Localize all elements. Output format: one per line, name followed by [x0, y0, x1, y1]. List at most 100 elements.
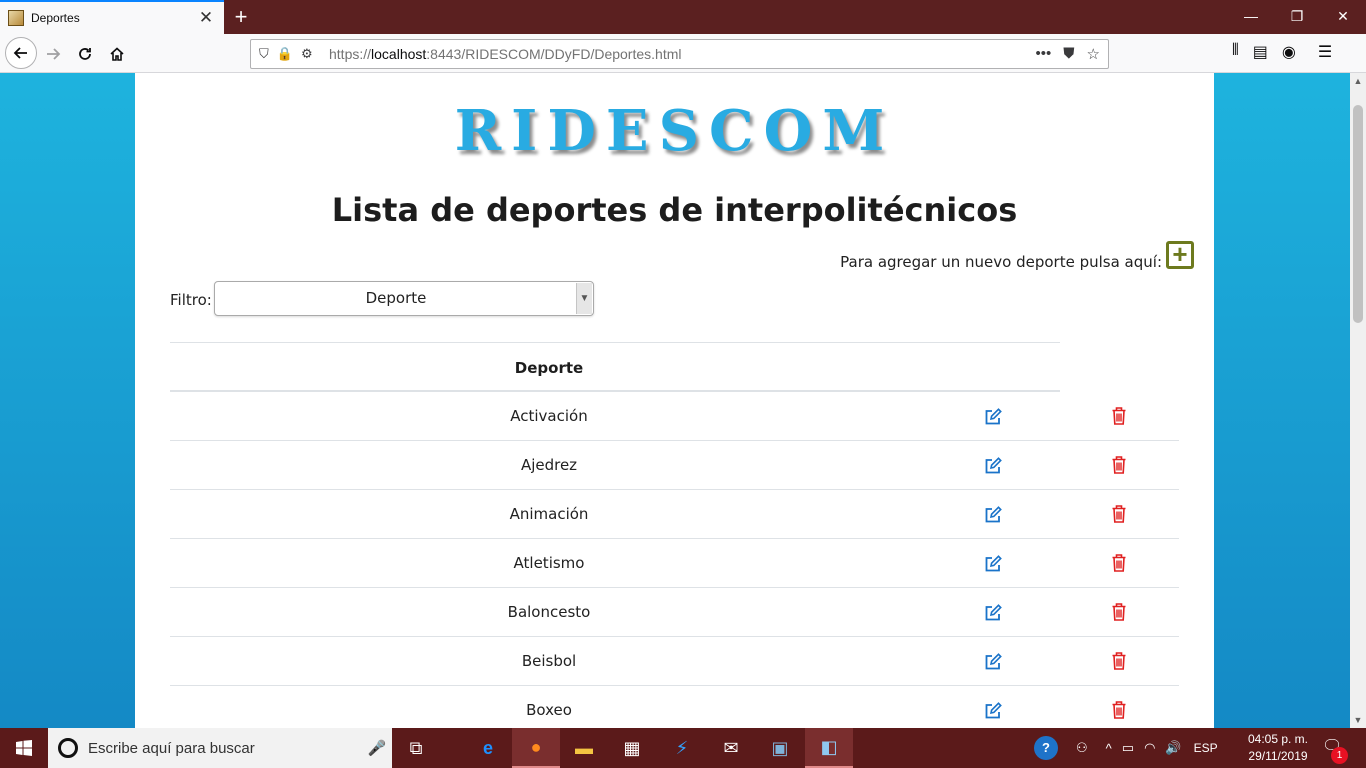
trash-icon[interactable] — [1112, 407, 1126, 425]
reload-button[interactable] — [70, 39, 100, 69]
home-button[interactable] — [102, 39, 132, 69]
library-icon[interactable]: ⫴ — [1232, 42, 1239, 66]
trash-icon[interactable] — [1112, 456, 1126, 474]
taskbar-search[interactable]: Escribe aquí para buscar 🎤 — [48, 728, 392, 768]
tab-close-icon[interactable]: ✕ — [196, 8, 216, 28]
background-right — [1214, 73, 1350, 728]
url-host: localhost — [371, 46, 427, 62]
start-button[interactable] — [0, 728, 48, 768]
notification-count-badge: 1 — [1331, 747, 1348, 764]
trash-icon[interactable] — [1112, 652, 1126, 670]
table-row: Activación — [170, 392, 1179, 441]
help-icon[interactable]: ? — [1034, 736, 1058, 760]
edit-icon[interactable] — [984, 653, 1002, 671]
home-icon — [110, 47, 124, 61]
volume-icon[interactable]: 🔊 — [1165, 740, 1181, 756]
page-scrollbar[interactable]: ▲ ▼ — [1350, 73, 1366, 728]
cortana-icon — [58, 738, 78, 758]
main-content: RIDESCOM Lista de deportes de interpolit… — [135, 73, 1214, 728]
people-icon[interactable]: ⚇ — [1076, 740, 1088, 756]
edit-icon[interactable] — [984, 604, 1002, 622]
url-security-icons: ⛉ 🔒 ⚙ — [251, 46, 329, 62]
sport-name: Animación — [509, 505, 589, 523]
bookmark-star-icon[interactable]: ☆ — [1087, 45, 1100, 63]
scroll-down-icon[interactable]: ▼ — [1350, 712, 1366, 728]
sport-name: Baloncesto — [507, 603, 591, 621]
close-window-button[interactable]: ✕ — [1320, 0, 1366, 34]
browser-tab[interactable]: Deportes ✕ — [0, 0, 224, 34]
visual-studio-code-icon[interactable]: ⚡ — [658, 728, 706, 768]
chevron-down-icon: ▼ — [576, 283, 592, 314]
minimize-button[interactable]: — — [1228, 0, 1274, 34]
sidebar-icon[interactable]: ▤ — [1253, 42, 1268, 66]
arrow-left-icon — [13, 47, 27, 59]
url-path: :8443/RIDESCOM/DDyFD/Deportes.html — [426, 46, 682, 62]
trash-icon[interactable] — [1112, 701, 1126, 719]
plus-square-icon: + — [1172, 239, 1188, 269]
shield-icon[interactable]: ⛉ — [259, 46, 269, 62]
add-sport-button[interactable]: + — [1166, 241, 1194, 269]
sport-name: Atletismo — [513, 554, 585, 572]
scroll-up-icon[interactable]: ▲ — [1350, 73, 1366, 89]
edge-icon[interactable]: e — [464, 728, 512, 768]
background-left — [0, 73, 135, 728]
filter-selected-value: Deporte — [365, 289, 427, 307]
page-viewport: RIDESCOM Lista de deportes de interpolit… — [0, 73, 1350, 728]
lock-warning-icon[interactable]: 🔒 — [277, 46, 293, 62]
table-row: Animación — [170, 490, 1179, 539]
edit-icon[interactable] — [984, 702, 1002, 720]
forward-button[interactable] — [38, 39, 68, 69]
trash-icon[interactable] — [1112, 603, 1126, 621]
battery-icon[interactable]: ▭ — [1122, 740, 1134, 756]
browser-tab-bar: Deportes ✕ + — ❐ ✕ — [0, 0, 1366, 34]
menu-icon[interactable]: ☰ — [1318, 42, 1332, 66]
mail-icon[interactable]: ✉ — [707, 728, 755, 768]
permissions-icon[interactable]: ⚙ — [301, 46, 313, 62]
table-row: Baloncesto — [170, 588, 1179, 637]
url-text[interactable]: https://localhost:8443/RIDESCOM/DDyFD/De… — [329, 46, 1036, 62]
task-view-icon[interactable]: ⧉ — [392, 728, 440, 768]
edit-icon[interactable] — [984, 506, 1002, 524]
edit-icon[interactable] — [984, 555, 1002, 573]
pocket-icon[interactable]: ⛊ — [1063, 45, 1074, 63]
microphone-icon[interactable]: 🎤 — [362, 739, 392, 757]
filter-select[interactable]: Deporte ▼ — [214, 281, 594, 316]
tab-title: Deportes — [31, 11, 80, 25]
mysql-workbench-icon[interactable]: ▣ — [756, 728, 804, 768]
table-row: Atletismo — [170, 539, 1179, 588]
account-icon[interactable]: ◉ — [1282, 42, 1296, 66]
edit-icon[interactable] — [984, 408, 1002, 426]
language-indicator[interactable]: ESP — [1194, 741, 1218, 755]
taskbar-clock[interactable]: 04:05 p. m. 29/11/2019 — [1244, 731, 1312, 765]
virtualbox-icon[interactable]: ◧ — [805, 728, 853, 768]
sport-name: Ajedrez — [520, 456, 578, 474]
toolbar-right: ⫴ ▤ ◉ ☰ — [1232, 42, 1332, 66]
site-logo: RIDESCOM — [454, 98, 895, 164]
wifi-icon[interactable]: ◠ — [1144, 740, 1155, 756]
table-row: Ajedrez — [170, 441, 1179, 490]
column-header-deporte: Deporte — [514, 359, 584, 377]
filter-label: Filtro: — [170, 291, 212, 309]
address-bar[interactable]: ⛉ 🔒 ⚙ https://localhost:8443/RIDESCOM/DD… — [250, 39, 1109, 69]
edit-icon[interactable] — [984, 457, 1002, 475]
url-prefix: https:// — [329, 46, 372, 62]
store-icon[interactable]: ▦ — [608, 728, 656, 768]
table-row: Boxeo — [170, 686, 1179, 728]
sport-name: Boxeo — [526, 701, 572, 719]
arrow-right-icon — [47, 48, 61, 60]
taskbar-search-placeholder: Escribe aquí para buscar — [88, 739, 255, 757]
sport-name: Activación — [510, 407, 588, 425]
more-actions-icon[interactable]: ••• — [1036, 45, 1052, 63]
restore-button[interactable]: ❐ — [1274, 0, 1320, 34]
browser-nav-bar: ⛉ 🔒 ⚙ https://localhost:8443/RIDESCOM/DD… — [0, 34, 1366, 73]
chevron-up-icon[interactable]: ^ — [1106, 741, 1112, 756]
scroll-thumb[interactable] — [1353, 105, 1363, 323]
system-tray: ? ⚇ ^ ▭ ◠ 🔊 ESP — [1034, 728, 1218, 768]
trash-icon[interactable] — [1112, 554, 1126, 572]
trash-icon[interactable] — [1112, 505, 1126, 523]
file-explorer-icon[interactable]: ▬ — [560, 728, 608, 768]
new-tab-button[interactable]: + — [228, 4, 254, 30]
back-button[interactable] — [5, 37, 37, 69]
windows-logo-icon — [16, 740, 32, 756]
firefox-icon[interactable]: ● — [512, 728, 560, 768]
